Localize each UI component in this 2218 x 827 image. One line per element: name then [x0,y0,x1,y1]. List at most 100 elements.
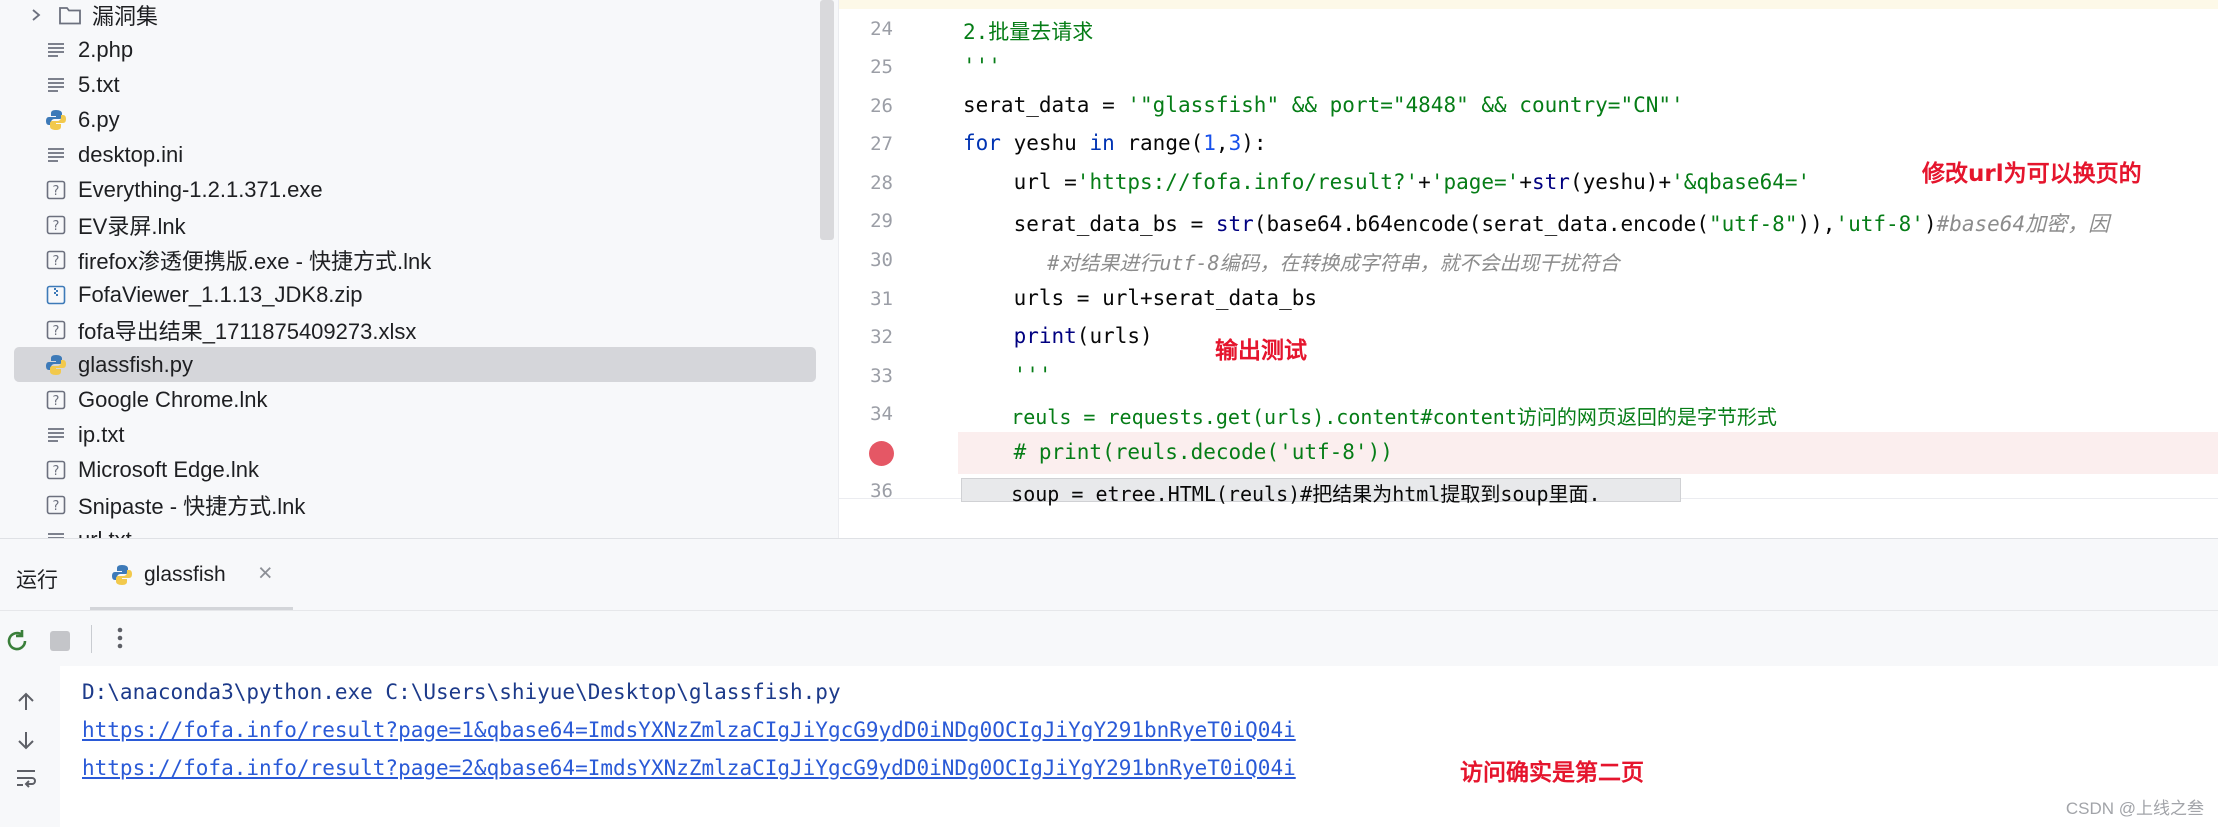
line-number: 32 [870,326,893,348]
file-name: Snipaste - 快捷方式.lnk [78,493,306,519]
run-tab-glassfish[interactable]: glassfish × [90,539,293,611]
file-name: 6.py [78,106,120,132]
text-file-icon [44,38,68,62]
svg-text:?: ? [53,324,60,339]
code-line-33: ''' [963,363,1052,387]
line-number: 26 [870,95,893,117]
toolbar-divider [91,625,92,653]
file-name: Google Chrome.lnk [78,386,268,412]
python-file-icon [44,108,68,132]
file-tree-item[interactable]: ? fofa导出结果_1711875409273.xlsx [14,312,816,347]
file-tree-item[interactable]: ? Snipaste - 快捷方式.lnk [14,487,816,522]
file-tree-item[interactable]: 6.py [14,102,816,137]
line-number: 27 [870,133,893,155]
file-tree-item[interactable]: url.txt [14,522,816,538]
python-file-icon [44,353,68,377]
code-line-24: 2.批量去请求 [963,20,1094,44]
file-name: 漏洞集 [92,3,159,29]
unknown-file-icon: ? [44,213,68,237]
more-options-icon[interactable] [116,623,124,658]
scroll-down-icon[interactable] [14,728,38,757]
file-name: 2.php [78,36,134,62]
code-line-25: ''' [963,54,1001,78]
unknown-file-icon: ? [44,458,68,482]
watermark: CSDN @上线之叁 [2065,799,2204,818]
file-name: EV录屏.lnk [78,213,186,239]
file-name: glassfish.py [78,351,193,377]
line-number: 33 [870,365,893,387]
file-name: Everything-1.2.1.371.exe [78,176,323,202]
tree-scrollbar[interactable] [820,0,834,240]
file-tree-item[interactable]: ip.txt [14,417,816,452]
code-line-29: serat_data_bs = str(base64.b64encode(ser… [963,212,2110,236]
svg-text:?: ? [53,184,60,199]
soft-wrap-icon[interactable] [14,766,38,795]
file-name: url.txt [78,527,132,539]
run-toolbar [0,610,2218,667]
line-number: 31 [870,288,893,310]
file-tree-item[interactable]: desktop.ini [14,137,816,172]
line-number: 30 [870,249,893,271]
file-name: FofaViewer_1.1.13_JDK8.zip [78,281,363,307]
line-number: 34 [870,403,893,425]
console-link-page-1[interactable]: https://fofa.info/result?page=1&qbase64=… [82,718,1296,742]
url-annotation: 修改url为可以换页的 [1922,161,2142,187]
file-tree-item[interactable]: ? Microsoft Edge.lnk [14,452,816,487]
code-editor[interactable]: 24 25 26 27 28 29 30 31 32 33 34 36 2.批量去请求 ''' ser… [838,0,2218,538]
unknown-file-icon: ? [44,318,68,342]
unknown-file-icon: ? [44,248,68,272]
file-tree-item[interactable]: ? Everything-1.2.1.371.exe [14,172,816,207]
code-line-28: url ='https://fofa.info/result?'+'page='… [963,170,1811,194]
chevron-right-icon[interactable] [24,3,48,27]
line-number: 24 [870,18,893,40]
unknown-file-icon: ? [44,178,68,202]
unknown-file-icon: ? [44,388,68,412]
svg-text:?: ? [53,394,60,409]
text-file-icon [44,423,68,447]
line-number: 25 [870,56,893,78]
svg-text:?: ? [53,254,60,269]
rerun-icon[interactable] [3,627,31,660]
code-line-34: reuls = requests.get(urls).content#conte… [963,405,1777,429]
current-line-strip [839,0,2218,9]
print-annotation: 输出测试 [1215,338,1307,364]
file-name: firefox渗透便携版.exe - 快捷方式.lnk [78,248,432,274]
file-tree-item[interactable]: ? Google Chrome.lnk [14,382,816,417]
project-file-tree: 漏洞集 2.php 5.txt 6.py desktop.ini? Everything-… [0,0,838,538]
svg-text:?: ? [53,499,60,514]
file-tree-item[interactable]: 2.php [14,32,816,67]
stop-icon[interactable] [50,631,70,651]
run-tool-window-header: 运行 glassfish × [0,538,2218,611]
console-link-page-2[interactable]: https://fofa.info/result?page=2&qbase64=… [82,756,1296,780]
text-file-icon [44,528,68,538]
python-file-icon [110,563,134,592]
console-annotation: 访问确实是第二页 [1460,760,1644,786]
run-tab-label: glassfish [144,563,226,586]
svg-text:?: ? [53,219,60,234]
file-name: fofa导出结果_1711875409273.xlsx [78,318,417,344]
scroll-up-icon[interactable] [14,690,38,719]
run-panel-title: 运行 [16,569,58,592]
console-side-toolbar [0,666,60,827]
line-number: 36 [870,480,893,502]
file-tree-item[interactable]: ? EV录屏.lnk [14,207,816,242]
file-tree-item[interactable]: 漏洞集 [24,0,826,32]
text-file-icon [44,143,68,167]
breakpoint-marker-icon[interactable] [869,441,894,466]
file-tree-item[interactable]: glassfish.py [14,347,816,382]
line-number-gutter: 24 25 26 27 28 29 30 31 32 33 34 36 [839,0,923,502]
folder-icon [58,3,82,27]
svg-text:?: ? [53,464,60,479]
close-tab-icon[interactable]: × [258,559,273,588]
file-tree-item[interactable]: ? firefox渗透便携版.exe - 快捷方式.lnk [14,242,816,277]
file-name: Microsoft Edge.lnk [78,456,259,482]
file-name: 5.txt [78,71,120,97]
code-line-30: #对结果进行utf-8编码，在转换成字符串，就不会出现干扰符合 [963,251,1620,275]
zip-file-icon [44,283,68,307]
file-tree-item[interactable]: FofaViewer_1.1.13_JDK8.zip [14,277,816,312]
code-line-26: serat_data = '"glassfish" && port="4848"… [963,93,1684,117]
run-console[interactable]: D:\anaconda3\python.exe C:\Users\shiyue\… [0,666,2218,827]
file-tree-item[interactable]: 5.txt [14,67,816,102]
file-name: ip.txt [78,421,125,447]
code-line-27: for yeshu in range(1,3): [963,131,1267,155]
